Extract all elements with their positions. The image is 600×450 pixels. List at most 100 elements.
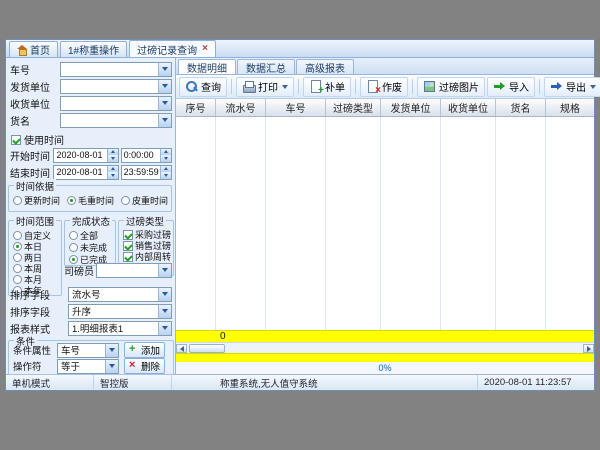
column-header-weigh-type[interactable]: 过磅类型 xyxy=(326,99,381,116)
import-button[interactable]: 导入 xyxy=(487,77,535,97)
sort-order-combo[interactable]: 升序 xyxy=(68,304,172,319)
start-date-field[interactable]: 2020-08-01 xyxy=(53,148,118,163)
sort-order-label: 排序字段 xyxy=(8,304,68,319)
chevron-down-icon[interactable] xyxy=(105,360,118,373)
main-area: 数据明细 数据汇总 高级报表 查询 打印 xyxy=(176,58,594,374)
chevron-down-icon[interactable] xyxy=(158,80,171,93)
print-button[interactable]: 打印 xyxy=(236,77,294,97)
tab-record-query[interactable]: 过磅记录查询 × xyxy=(129,40,216,57)
tab-data-detail[interactable]: 数据明细 xyxy=(178,59,236,74)
radio-icon xyxy=(121,196,130,205)
column-header-vehicle[interactable]: 车号 xyxy=(266,99,326,116)
start-time-field[interactable]: 0:00:00 xyxy=(121,148,172,163)
chevron-down-icon[interactable] xyxy=(158,97,171,110)
progress-value: 0% xyxy=(378,363,391,373)
operator-combo[interactable] xyxy=(96,263,172,278)
tab-advanced-report[interactable]: 高级报表 xyxy=(296,59,354,74)
column-header-goods[interactable]: 货名 xyxy=(496,99,546,116)
receiver-combo[interactable] xyxy=(60,96,172,111)
chevron-down-icon[interactable] xyxy=(158,63,171,76)
end-time-field[interactable]: 23:59:59 xyxy=(121,165,172,180)
scroll-left-icon[interactable] xyxy=(176,344,187,353)
end-date-field[interactable]: 2020-08-01 xyxy=(53,165,118,180)
date-spinner[interactable] xyxy=(107,166,118,179)
status-system-name: 称重系统,无人值守系统 xyxy=(172,375,478,390)
grid-column xyxy=(176,117,216,330)
time-basis-option-gross[interactable]: 毛重时间 xyxy=(67,194,114,207)
status-datetime: 2020-08-01 11:23:57 xyxy=(478,375,594,390)
filter-row-vehicle: 车号 xyxy=(8,61,172,77)
progress-row: 0% xyxy=(176,362,594,374)
tab-label: 数据汇总 xyxy=(246,60,286,75)
time-value: 0:00:00 xyxy=(122,150,160,160)
vehicle-combo[interactable] xyxy=(60,62,172,77)
column-header-shipper[interactable]: 发货单位 xyxy=(381,99,441,116)
condition-attr-combo[interactable]: 车号 xyxy=(57,343,119,358)
combo-value: 1.明细报表1 xyxy=(69,321,158,335)
column-header-serial[interactable]: 流水号 xyxy=(216,99,266,116)
time-spinner[interactable] xyxy=(160,166,171,179)
chevron-down-icon[interactable] xyxy=(105,344,118,357)
sort-field-row: 排序字段 流水号 xyxy=(8,286,172,302)
time-spinner[interactable] xyxy=(160,149,171,162)
group-title: 完成状态 xyxy=(70,214,112,228)
scroll-right-icon[interactable] xyxy=(583,344,594,353)
chevron-down-icon[interactable] xyxy=(158,114,171,127)
query-button[interactable]: 查询 xyxy=(179,77,227,97)
time-basis-option-tare[interactable]: 皮重时间 xyxy=(121,194,168,207)
column-header-spec[interactable]: 规格 xyxy=(546,99,594,116)
time-range-group: 时间范围 自定义 本日 两日 本周 本月 本年 xyxy=(8,220,62,296)
condition-op-combo[interactable]: 等于 xyxy=(57,359,119,374)
doc-plus-icon xyxy=(309,80,322,93)
data-view-tabs: 数据明细 数据汇总 高级报表 xyxy=(176,58,594,75)
radio-icon xyxy=(13,242,22,251)
status-edition: 智控版 xyxy=(94,375,172,390)
supplement-order-button[interactable]: 补单 xyxy=(303,77,351,97)
dropdown-arrow-icon xyxy=(282,85,288,89)
button-label: 导出 xyxy=(566,79,586,94)
radio-icon xyxy=(69,231,78,240)
content-area: 车号 发货单位 收货单位 xyxy=(6,58,594,374)
toolbar-separator xyxy=(412,79,413,94)
sort-field-combo[interactable]: 流水号 xyxy=(68,287,172,302)
home-icon xyxy=(17,45,27,54)
operator-row: 司磅员 xyxy=(64,262,172,278)
grid-column xyxy=(326,117,381,330)
date-spinner[interactable] xyxy=(107,149,118,162)
delete-condition-button[interactable]: 删除 xyxy=(124,358,165,374)
horizontal-scrollbar[interactable] xyxy=(176,342,594,353)
toolbar-separator xyxy=(355,79,356,94)
time-basis-option-update[interactable]: 更新时间 xyxy=(13,194,60,207)
radio-icon xyxy=(13,196,22,205)
close-tab-icon[interactable]: × xyxy=(202,44,208,54)
report-style-combo[interactable]: 1.明细报表1 xyxy=(68,321,172,336)
void-order-button[interactable]: 作废 xyxy=(360,77,408,97)
use-time-checkbox[interactable]: 使用时间 xyxy=(11,132,64,147)
conditions-group: 条件 条件属性 车号 添加 操作符 xyxy=(8,340,174,375)
grid-header: 序号 流水号 车号 过磅类型 发货单位 收货单位 货名 规格 xyxy=(176,99,594,117)
chevron-down-icon[interactable] xyxy=(158,288,171,301)
grid-column xyxy=(546,117,594,330)
shipper-combo[interactable] xyxy=(60,79,172,94)
tab-weigh-operation[interactable]: 1#称重操作 xyxy=(60,41,127,57)
weigh-images-button[interactable]: 过磅图片 xyxy=(417,77,485,97)
end-time-row: 结束时间 2020-08-01 23:59:59 xyxy=(8,164,172,180)
filter-sidebar: 车号 发货单位 收货单位 xyxy=(6,58,176,374)
add-condition-button[interactable]: 添加 xyxy=(124,342,165,358)
end-time-label: 结束时间 xyxy=(8,165,53,180)
chevron-down-icon[interactable] xyxy=(158,322,171,335)
chevron-down-icon[interactable] xyxy=(158,264,171,277)
tab-data-summary[interactable]: 数据汇总 xyxy=(237,59,295,74)
column-header-seq[interactable]: 序号 xyxy=(176,99,216,116)
column-header-receiver[interactable]: 收货单位 xyxy=(441,99,496,116)
filter-row-goods: 货名 xyxy=(8,112,172,128)
scrollbar-thumb[interactable] xyxy=(189,344,225,353)
sort-field-label: 排序字段 xyxy=(8,287,68,302)
goods-combo[interactable] xyxy=(60,113,172,128)
option-label: 更新时间 xyxy=(24,194,60,207)
tab-label: 过磅记录查询 xyxy=(137,42,197,57)
date-value: 2020-08-01 xyxy=(54,150,106,160)
export-button[interactable]: 导出 xyxy=(544,77,600,97)
chevron-down-icon[interactable] xyxy=(158,305,171,318)
tab-home[interactable]: 首页 xyxy=(9,41,58,57)
